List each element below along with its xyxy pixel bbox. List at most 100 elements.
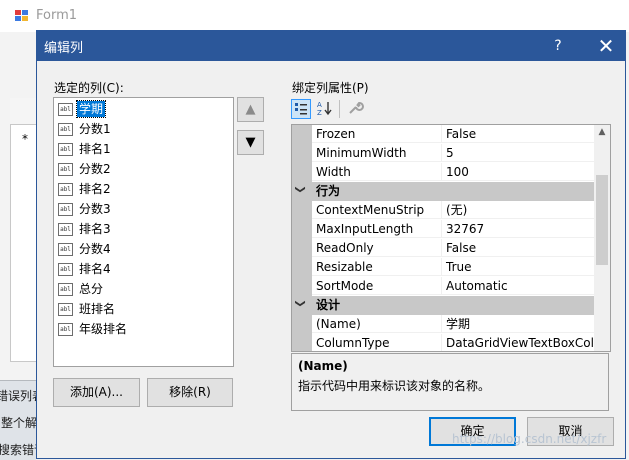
- scrollbar-thumb[interactable]: [596, 175, 608, 265]
- property-row[interactable]: Resizable True: [292, 258, 594, 277]
- property-value[interactable]: False: [442, 239, 594, 257]
- svg-text:A: A: [317, 101, 322, 109]
- toolbar-separator: [339, 100, 340, 118]
- edit-columns-dialog: 编辑列 ? ✕ 选定的列(C): abl 学期 abl 分数1 abl 排名1 abl…: [36, 30, 626, 459]
- property-name: Frozen: [312, 125, 442, 143]
- alphabetical-icon[interactable]: A Z: [315, 99, 335, 119]
- category-name: 行为: [316, 184, 341, 198]
- selected-columns-label: 选定的列(C):: [54, 81, 124, 95]
- property-row[interactable]: Frozen False: [292, 125, 594, 144]
- arrow-up-icon: ▲: [245, 102, 256, 117]
- property-row[interactable]: SortMode Automatic: [292, 277, 594, 296]
- property-row[interactable]: ReadOnly False: [292, 239, 594, 258]
- list-item[interactable]: abl 排名2: [57, 180, 227, 200]
- list-item[interactable]: abl 分数1: [57, 120, 227, 140]
- column-label: 总分: [79, 282, 104, 296]
- list-item[interactable]: abl 分数4: [57, 240, 227, 260]
- property-row[interactable]: (Name) 学期: [292, 315, 594, 334]
- property-name: (Name): [312, 315, 442, 333]
- watermark-text: https://blog.csdn.net/xjzfr: [452, 432, 607, 446]
- list-item[interactable]: abl 班排名: [57, 300, 227, 320]
- list-item[interactable]: abl 分数3: [57, 200, 227, 220]
- bound-properties-label: 绑定列属性(P): [292, 81, 369, 95]
- property-row[interactable]: ColumnTypeDataGridViewTextBoxColumn: [292, 334, 594, 351]
- property-value[interactable]: Automatic: [442, 277, 594, 295]
- textbox-column-icon: abl: [58, 143, 73, 156]
- chevron-down-icon[interactable]: ❯: [295, 299, 306, 307]
- scope-dropdown[interactable]: 整个解: [1, 414, 37, 431]
- list-item[interactable]: abl 分数2: [57, 160, 227, 180]
- dialog-title: 编辑列: [44, 41, 84, 56]
- property-value[interactable]: 5: [442, 144, 594, 162]
- column-label: 排名4: [79, 262, 111, 276]
- property-value[interactable]: (无): [442, 201, 594, 219]
- column-label: 分数2: [79, 162, 111, 176]
- column-label: 排名2: [79, 182, 111, 196]
- textbox-column-icon: abl: [58, 203, 73, 216]
- list-item[interactable]: abl 总分: [57, 280, 227, 300]
- add-button[interactable]: 添加(A)...: [53, 378, 140, 407]
- column-label: 分数4: [79, 242, 111, 256]
- form1-title: Form1: [36, 8, 78, 23]
- list-item[interactable]: abl 排名1: [57, 140, 227, 160]
- selected-columns-list[interactable]: abl 学期 abl 分数1 abl 排名1 abl 分数2 abl 排名2 abl 分数3…: [53, 97, 234, 367]
- error-list-panel: 错误列表 整个解 搜索错误: [0, 380, 46, 460]
- property-value[interactable]: DataGridViewTextBoxColumn: [442, 334, 594, 351]
- textbox-column-icon: abl: [58, 283, 73, 296]
- property-name: Width: [312, 163, 442, 181]
- list-item[interactable]: abl 学期: [57, 100, 227, 120]
- property-name: ColumnType: [312, 334, 442, 351]
- list-item[interactable]: abl 年级排名: [57, 320, 227, 340]
- textbox-column-icon: abl: [58, 263, 73, 276]
- remove-button[interactable]: 移除(R): [147, 378, 233, 407]
- textbox-column-icon: abl: [58, 163, 73, 176]
- column-label: 排名1: [79, 142, 111, 156]
- move-down-button[interactable]: ▼: [237, 130, 264, 155]
- list-item[interactable]: abl 排名4: [57, 260, 227, 280]
- form-app-icon: [14, 9, 30, 23]
- property-value[interactable]: 学期: [442, 315, 594, 333]
- textbox-column-icon: abl: [58, 183, 73, 196]
- list-item[interactable]: abl 排名3: [57, 220, 227, 240]
- scroll-up-icon[interactable]: ▲: [594, 127, 610, 141]
- help-button[interactable]: ?: [543, 31, 573, 61]
- column-label: 年级排名: [79, 322, 128, 336]
- property-grid-scrollbar[interactable]: ▲: [594, 125, 610, 351]
- close-icon[interactable]: ✕: [587, 31, 625, 61]
- wrench-icon[interactable]: [345, 99, 365, 119]
- property-value[interactable]: 100: [442, 163, 594, 181]
- property-value[interactable]: 32767: [442, 220, 594, 238]
- move-up-button[interactable]: ▲: [237, 97, 264, 122]
- categorized-icon[interactable]: [291, 99, 311, 119]
- property-name: Resizable: [312, 258, 442, 276]
- property-grid[interactable]: Frozen False MinimumWidth 5 Width 100 ❯ 行为 C…: [291, 124, 611, 352]
- property-grid-toolbar: A Z: [291, 97, 371, 121]
- property-value[interactable]: False: [442, 125, 594, 143]
- textbox-column-icon: abl: [58, 103, 73, 116]
- property-name: MinimumWidth: [312, 144, 442, 162]
- category-name: 设计: [316, 298, 341, 312]
- svg-text:Z: Z: [317, 109, 322, 117]
- textbox-column-icon: abl: [58, 223, 73, 236]
- description-text: 指示代码中用来标识该对象的名称。: [298, 379, 491, 393]
- column-label: 分数1: [79, 122, 111, 136]
- property-row[interactable]: ContextMenuStrip (无): [292, 201, 594, 220]
- property-description-panel: (Name) 指示代码中用来标识该对象的名称。: [291, 353, 609, 411]
- column-label: 学期: [75, 100, 107, 118]
- new-row-marker: *: [22, 132, 28, 146]
- textbox-column-icon: abl: [58, 323, 73, 336]
- chevron-down-icon[interactable]: ❯: [295, 185, 306, 193]
- category-row[interactable]: ❯ 设计: [292, 296, 594, 315]
- property-row[interactable]: MaxInputLength 32767: [292, 220, 594, 239]
- property-name: SortMode: [312, 277, 442, 295]
- category-row[interactable]: ❯ 行为: [292, 182, 594, 201]
- property-row[interactable]: Width 100: [292, 163, 594, 182]
- property-row[interactable]: MinimumWidth 5: [292, 144, 594, 163]
- textbox-column-icon: abl: [58, 243, 73, 256]
- column-label: 分数3: [79, 202, 111, 216]
- property-value[interactable]: True: [442, 258, 594, 276]
- dialog-titlebar[interactable]: 编辑列 ? ✕: [37, 31, 625, 61]
- property-name: ContextMenuStrip: [312, 201, 442, 219]
- property-name: MaxInputLength: [312, 220, 442, 238]
- textbox-column-icon: abl: [58, 303, 73, 316]
